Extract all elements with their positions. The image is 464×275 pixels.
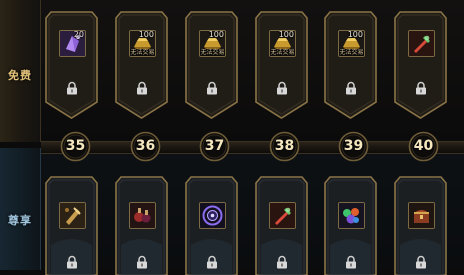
reward-subtext: 无法交易 (339, 49, 364, 56)
potion-bundle-icon (130, 203, 155, 228)
reward-slot[interactable]: 100 无法交易 (199, 30, 226, 57)
reward-slot[interactable]: 20 (59, 30, 86, 57)
reward-slot[interactable] (59, 202, 86, 229)
premium-reward-card[interactable] (183, 175, 240, 275)
level-number: 37 (204, 138, 225, 154)
level-badge: 39 (338, 131, 369, 162)
reward-quantity: 100 (138, 30, 154, 39)
free-track-label: 免费 (8, 69, 32, 82)
lock-icon (416, 255, 426, 269)
reward-slot[interactable] (338, 202, 365, 229)
lock-icon (277, 81, 287, 95)
premium-reward-card[interactable] (322, 175, 379, 275)
gem-cluster-icon (339, 203, 364, 228)
reward-slot[interactable] (408, 30, 435, 57)
premium-track-tab: 尊享 (0, 148, 41, 270)
free-reward-card[interactable]: 100 无法交易 (183, 10, 240, 120)
level-badge: 40 (408, 131, 439, 162)
reward-slot[interactable]: 100 无法交易 (338, 30, 365, 57)
lock-icon (137, 81, 147, 95)
lock-icon (207, 255, 217, 269)
level-badge: 36 (130, 131, 161, 162)
free-reward-card[interactable]: 100 无法交易 (113, 10, 170, 120)
magic-sword-icon (409, 31, 434, 56)
reward-slot[interactable]: 100 无法交易 (269, 30, 296, 57)
reward-slot[interactable] (269, 202, 296, 229)
reward-subtext: 无法交易 (270, 49, 295, 56)
reward-quantity: 100 (347, 30, 363, 39)
level-number: 35 (65, 138, 86, 154)
reward-slot[interactable] (199, 202, 226, 229)
lock-icon (67, 255, 77, 269)
reward-quantity: 100 (208, 30, 224, 39)
reward-slot[interactable]: 100 无法交易 (129, 30, 156, 57)
lock-icon (346, 255, 356, 269)
premium-reward-card[interactable] (113, 175, 170, 275)
level-number: 36 (135, 138, 156, 154)
level-badge: 38 (269, 131, 300, 162)
reward-quantity: 20 (73, 30, 84, 39)
lock-icon (346, 81, 356, 95)
free-reward-card[interactable]: 100 无法交易 (253, 10, 310, 120)
level-number: 39 (343, 138, 364, 154)
lock-icon (416, 81, 426, 95)
level-badge: 37 (199, 131, 230, 162)
magic-sword-icon (270, 203, 295, 228)
reward-subtext: 无法交易 (200, 49, 225, 56)
level-number: 40 (413, 138, 434, 154)
premium-reward-card[interactable] (43, 175, 100, 275)
level-number: 38 (274, 138, 295, 154)
level-badge: 35 (60, 131, 91, 162)
premium-reward-card[interactable] (392, 175, 449, 275)
lock-icon (137, 255, 147, 269)
reward-slot[interactable] (408, 202, 435, 229)
free-reward-card[interactable]: 20 (43, 10, 100, 120)
lock-icon (207, 81, 217, 95)
reward-subtext: 无法交易 (130, 49, 155, 56)
level-progress-track (41, 141, 464, 154)
lock-icon (277, 255, 287, 269)
premium-reward-card[interactable] (253, 175, 310, 275)
free-reward-card[interactable] (392, 10, 449, 120)
treasure-chest-icon (409, 203, 434, 228)
free-reward-card[interactable]: 100 无法交易 (322, 10, 379, 120)
reward-quantity: 100 (278, 30, 294, 39)
reward-slot[interactable] (129, 202, 156, 229)
free-track-tab: 免费 (0, 0, 41, 142)
rune-circle-icon (200, 203, 225, 228)
scroll-icon (60, 203, 85, 228)
lock-icon (67, 81, 77, 95)
premium-track-label: 尊享 (8, 214, 32, 227)
